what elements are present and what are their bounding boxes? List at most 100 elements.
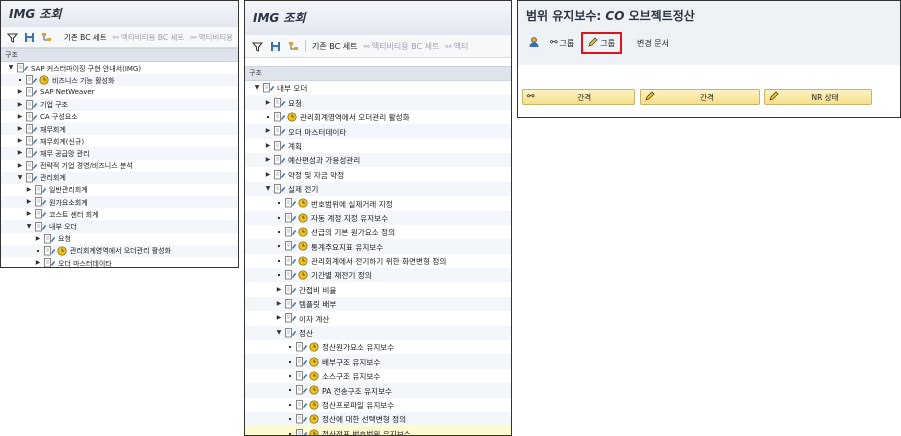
collapsed-arrow-icon[interactable]: ▶	[16, 113, 24, 121]
img-document-icon[interactable]	[44, 246, 56, 256]
execute-clock-icon[interactable]	[309, 357, 319, 367]
tree-node[interactable]: ▶ SAP NetWeaver	[1, 86, 238, 98]
tree-node[interactable]: ▼ 실제 전기	[245, 181, 511, 197]
img-document-icon[interactable]	[26, 160, 38, 171]
expanded-arrow-icon[interactable]: ▼	[253, 84, 261, 92]
change-documents-button[interactable]: 변경 문서	[637, 38, 669, 49]
tree-node[interactable]: ▶ 기업 구조	[1, 98, 238, 111]
tree-node[interactable]: ▶ 약정 및 자금 약정	[245, 167, 511, 181]
tree-node[interactable]: ▶ 간접비 비율	[245, 282, 511, 296]
img-document-icon[interactable]	[26, 136, 38, 146]
save-icon[interactable]	[269, 40, 281, 52]
collapsed-arrow-icon[interactable]: ▶	[25, 186, 33, 194]
img-document-icon[interactable]	[296, 385, 308, 395]
nr-status-button[interactable]: NR 상태	[764, 89, 872, 105]
hierarchy-icon[interactable]	[41, 31, 52, 43]
filter-icon[interactable]	[7, 31, 18, 43]
more-activity-button[interactable]: ⚯ 액티비티용	[190, 32, 233, 43]
img-document-icon[interactable]	[274, 184, 286, 194]
img-document-icon[interactable]	[296, 414, 308, 424]
collapsed-arrow-icon[interactable]: ▶	[264, 142, 272, 150]
img-document-icon[interactable]	[26, 148, 38, 158]
execute-clock-icon[interactable]	[309, 429, 319, 435]
interval-change-button[interactable]: 간격	[640, 89, 760, 105]
img-document-icon[interactable]	[35, 185, 47, 195]
tree-node[interactable]: 정산원가요소 유지보수	[245, 340, 511, 354]
tree-node[interactable]: 자동 계정 지정 유지보수	[245, 210, 511, 225]
tree-node[interactable]: ▶ 원가요소회계	[1, 196, 238, 209]
tree-node[interactable]: ▶ 재무회계	[1, 122, 238, 136]
collapsed-arrow-icon[interactable]: ▶	[25, 198, 33, 206]
tree-node[interactable]: 정산에 대한 선택변형 정의	[245, 411, 511, 427]
img-document-icon[interactable]	[26, 99, 38, 110]
img-document-icon[interactable]	[296, 399, 308, 410]
img-document-icon[interactable]	[274, 97, 286, 108]
img-document-icon[interactable]	[17, 63, 29, 73]
tree-node[interactable]: ▶ 계획	[245, 139, 511, 153]
execute-clock-icon[interactable]	[298, 270, 308, 280]
bc-set-button[interactable]: 기존 BC 세트	[64, 32, 107, 43]
img-document-icon[interactable]	[26, 87, 38, 97]
img-document-icon[interactable]	[285, 299, 297, 309]
filter-icon[interactable]	[251, 40, 263, 52]
collapsed-arrow-icon[interactable]: ▶	[34, 259, 42, 267]
tree-node[interactable]: 선급의 기본 원가요소 정의	[245, 225, 511, 239]
img-document-icon[interactable]	[274, 112, 286, 122]
collapsed-arrow-icon[interactable]: ▶	[264, 156, 272, 164]
bc-set-button[interactable]: 기존 BC 세트	[312, 41, 357, 52]
collapsed-arrow-icon[interactable]: ▶	[275, 286, 283, 294]
execute-clock-icon[interactable]	[309, 342, 319, 352]
img-document-icon[interactable]	[296, 428, 308, 435]
img-document-icon[interactable]	[274, 126, 286, 136]
collapsed-arrow-icon[interactable]: ▶	[16, 101, 24, 109]
tree-node[interactable]: 배부구조 유지보수	[245, 354, 511, 369]
expanded-arrow-icon[interactable]: ▼	[275, 329, 283, 337]
execute-clock-icon[interactable]	[298, 256, 308, 266]
tree-node[interactable]: ▼ 내부 오더	[245, 81, 511, 95]
tree-node[interactable]: ▶ 코스트 센터 회계	[1, 208, 238, 220]
img-document-icon[interactable]	[296, 342, 308, 352]
collapsed-arrow-icon[interactable]: ▶	[16, 137, 24, 145]
collapsed-arrow-icon[interactable]: ▶	[16, 88, 24, 96]
execute-clock-icon[interactable]	[309, 400, 319, 410]
expanded-arrow-icon[interactable]: ▼	[7, 64, 15, 72]
img-document-icon[interactable]	[285, 198, 297, 208]
img-document-icon[interactable]	[35, 197, 47, 207]
img-document-icon[interactable]	[44, 258, 56, 267]
img-document-icon[interactable]	[296, 371, 308, 381]
execute-clock-icon[interactable]	[287, 112, 297, 122]
execute-clock-icon[interactable]	[39, 75, 49, 85]
group-change-button[interactable]: 그룹	[581, 32, 622, 54]
save-icon[interactable]	[24, 31, 35, 43]
execute-clock-icon[interactable]	[309, 371, 319, 381]
img-document-icon[interactable]	[26, 75, 38, 85]
collapsed-arrow-icon[interactable]: ▶	[16, 125, 24, 133]
tree-node[interactable]: ▶ 이자 계산	[245, 311, 511, 325]
group-display-button[interactable]: ⚯ 그룹	[550, 38, 574, 49]
execute-clock-icon[interactable]	[298, 227, 308, 237]
img-document-icon[interactable]	[44, 233, 56, 244]
tree-node[interactable]: 관리회계영역에서 오더관리 활성화	[245, 110, 511, 124]
tree-node[interactable]: ▶ 요청	[245, 95, 511, 110]
collapsed-arrow-icon[interactable]: ▶	[34, 235, 42, 243]
execute-clock-icon[interactable]	[309, 385, 319, 395]
tree-node[interactable]: ▶ 요청	[1, 233, 238, 245]
activity-bc-set-button[interactable]: ⚯ 액티비티용 BC 세트	[113, 32, 185, 43]
img-document-icon[interactable]	[274, 140, 286, 151]
tree-node[interactable]: 기간별 재전기 정의	[245, 268, 511, 283]
img-document-icon[interactable]	[274, 155, 286, 165]
interval-display-button[interactable]: ⚯ 간격	[522, 89, 635, 105]
img-document-icon[interactable]	[285, 270, 297, 280]
img-document-icon[interactable]	[26, 111, 38, 122]
hierarchy-icon[interactable]	[287, 40, 299, 52]
tree-node[interactable]: 정산프로파일 유지보수	[245, 398, 511, 412]
img-document-icon[interactable]	[285, 256, 297, 266]
img-document-icon[interactable]	[26, 124, 38, 134]
collapsed-arrow-icon[interactable]: ▶	[264, 127, 272, 135]
img-document-icon[interactable]	[285, 227, 297, 237]
img-document-icon[interactable]	[285, 241, 297, 251]
tree-node[interactable]: 번호범위에 실제거래 지정	[245, 196, 511, 210]
tree-node[interactable]: 관리회계영역에서 오더관리 활성화	[1, 244, 238, 257]
img-document-icon[interactable]	[285, 313, 297, 323]
collapsed-arrow-icon[interactable]: ▶	[275, 300, 283, 308]
